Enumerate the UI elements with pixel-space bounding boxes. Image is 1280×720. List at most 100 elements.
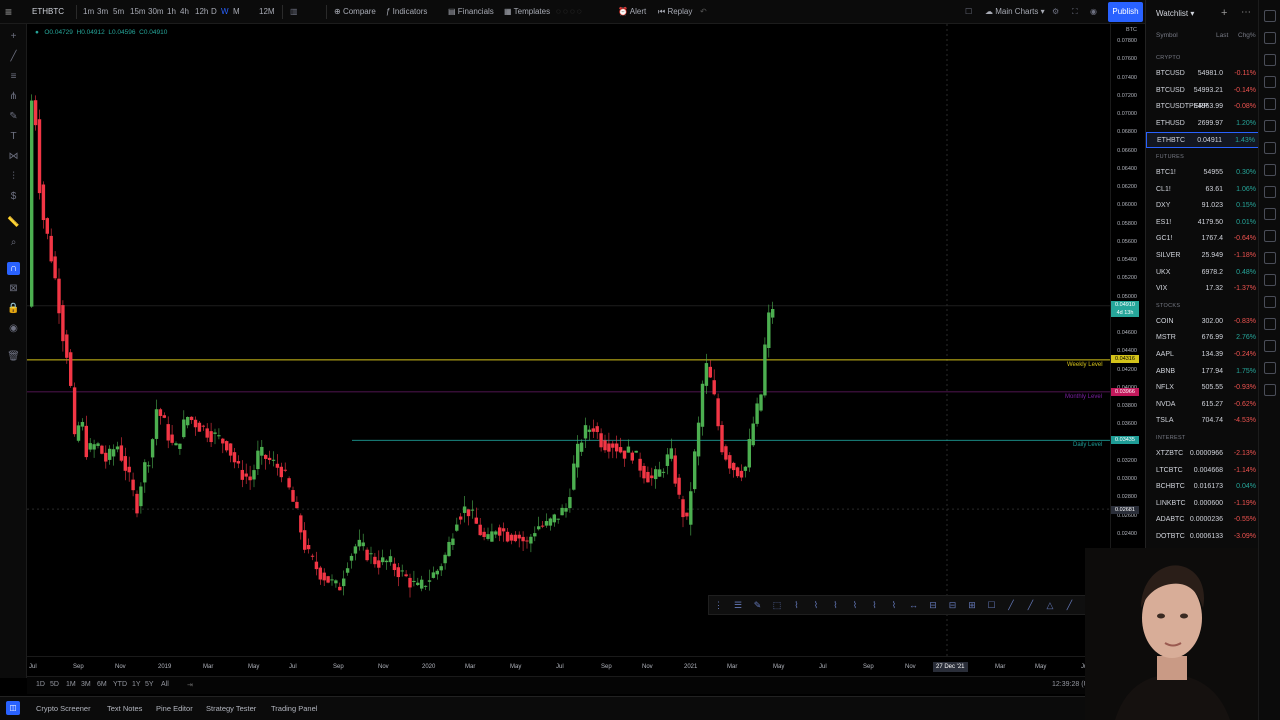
watchlist-row[interactable]: XTZBTC 0.0000966 -2.13% xyxy=(1146,446,1259,462)
horizontal-lines-icon[interactable]: ≡ xyxy=(7,70,20,83)
lock-drawings-icon[interactable]: ⊠ xyxy=(7,282,20,295)
chat-icon[interactable]: ◫ xyxy=(6,701,20,715)
range-6m[interactable]: 6M xyxy=(97,681,107,688)
sidebar-tool-icon[interactable] xyxy=(1264,32,1276,44)
bottom-tab[interactable]: Text Notes xyxy=(107,697,142,720)
draw-tool-icon[interactable]: ⌇ xyxy=(869,600,880,611)
draw-tool-icon[interactable]: ⋮ xyxy=(713,600,724,611)
watchlist-row[interactable]: AAPL 134.39 -0.24% xyxy=(1146,347,1259,363)
replay-button[interactable]: ⏮ Replay xyxy=(658,0,692,24)
timeframe-1h[interactable]: 1h xyxy=(167,0,176,24)
watchlist-row[interactable]: BTCUSD 54981.0 -0.11% xyxy=(1146,66,1259,82)
draw-tool-icon[interactable]: ⌇ xyxy=(850,600,861,611)
watchlist-row[interactable]: ETHBTC 0.04911 1.43% xyxy=(1146,132,1259,149)
sidebar-tool-icon[interactable] xyxy=(1264,384,1276,396)
publish-button[interactable]: Publish xyxy=(1108,2,1143,22)
draw-tool-icon[interactable]: ✎ xyxy=(752,600,763,611)
watchlist-row[interactable]: NFLX 505.55 -0.93% xyxy=(1146,380,1259,396)
sidebar-tool-icon[interactable] xyxy=(1264,54,1276,66)
watchlist-row[interactable]: GC1! 1767.4 -0.64% xyxy=(1146,231,1259,247)
watchlist-row[interactable]: ADABTC 0.0000236 -0.55% xyxy=(1146,512,1259,528)
timeframe-M[interactable]: M xyxy=(233,0,240,24)
dollar-icon[interactable]: $ xyxy=(7,190,20,203)
watchlist-row[interactable]: SILVER 25.949 -1.18% xyxy=(1146,248,1259,264)
timeframe-3m[interactable]: 3m xyxy=(97,0,108,24)
prediction-icon[interactable]: ⫶ xyxy=(7,170,20,183)
sidebar-tool-icon[interactable] xyxy=(1264,164,1276,176)
timeframe-W[interactable]: W xyxy=(221,0,229,24)
timeframe-5m[interactable]: 5m xyxy=(113,0,124,24)
snapshot-icon[interactable]: ◉ xyxy=(1090,0,1097,24)
undo-icon[interactable]: ↶ xyxy=(700,0,707,24)
range-5d[interactable]: 5D xyxy=(50,681,59,688)
sidebar-tool-icon[interactable] xyxy=(1264,296,1276,308)
menu-icon[interactable]: ≡ xyxy=(5,0,21,24)
sidebar-tool-icon[interactable] xyxy=(1264,362,1276,374)
layout-icon[interactable]: ☐ xyxy=(965,0,972,24)
watchlist-row[interactable]: MSTR 676.99 2.76% xyxy=(1146,330,1259,346)
draw-tool-icon[interactable]: ╱ xyxy=(1006,600,1017,611)
watchlist-row[interactable]: BTCUSDTPERP 54963.99 -0.08% xyxy=(1146,99,1259,115)
timeframe-4h[interactable]: 4h xyxy=(180,0,189,24)
watchlist-row[interactable]: DOTBTC 0.0006133 -3.09% xyxy=(1146,529,1259,545)
sidebar-tool-icon[interactable] xyxy=(1264,252,1276,264)
trash-icon[interactable]: 🗑 xyxy=(7,350,20,363)
sidebar-tool-icon[interactable] xyxy=(1264,340,1276,352)
sidebar-tool-icon[interactable] xyxy=(1264,142,1276,154)
draw-tool-icon[interactable]: ⌇ xyxy=(889,600,900,611)
draw-tool-icon[interactable]: ⌇ xyxy=(811,600,822,611)
sidebar-tool-icon[interactable] xyxy=(1264,274,1276,286)
draw-tool-icon[interactable]: ╱ xyxy=(1064,600,1075,611)
ruler-icon[interactable]: 📏 xyxy=(7,216,20,229)
watchlist-row[interactable]: TSLA 704.74 -4.53% xyxy=(1146,413,1259,429)
chart-type-icon[interactable]: ▥ xyxy=(290,0,298,24)
watchlist-row[interactable]: ES1! 4179.50 0.01% xyxy=(1146,215,1259,231)
timeframe-1m[interactable]: 1m xyxy=(83,0,94,24)
draw-tool-icon[interactable]: ⌇ xyxy=(791,600,802,611)
undo-redo-icons[interactable]: ◌ ◌ ◌ ◌ xyxy=(556,0,582,24)
draw-tool-icon[interactable]: ↔ xyxy=(908,600,919,611)
range-1m[interactable]: 1M xyxy=(66,681,76,688)
bottom-tab[interactable]: Pine Editor xyxy=(156,697,193,720)
bottom-tab[interactable]: Trading Panel xyxy=(271,697,317,720)
watchlist-row[interactable]: UKX 6978.2 0.48% xyxy=(1146,265,1259,281)
range-3m[interactable]: 3M xyxy=(81,681,91,688)
timeframe-D[interactable]: D xyxy=(211,0,217,24)
sidebar-tool-icon[interactable] xyxy=(1264,10,1276,22)
watchlist-row[interactable]: BCHBTC 0.016173 0.04% xyxy=(1146,479,1259,495)
more-icon[interactable]: ⋯ xyxy=(1241,7,1251,18)
goto-date-icon[interactable]: ⇥ xyxy=(187,681,193,689)
timeframe-12h[interactable]: 12h xyxy=(195,0,208,24)
financials-button[interactable]: ▤ Financials xyxy=(448,0,494,24)
alert-button[interactable]: ⏰ Alert xyxy=(618,0,646,24)
settings-icon[interactable]: ⚙ xyxy=(1052,0,1059,24)
magnet-icon[interactable]: ∩ xyxy=(7,262,20,275)
watchlist-row[interactable]: DXY 91.023 0.15% xyxy=(1146,198,1259,214)
watchlist-row[interactable]: NVDA 615.27 -0.62% xyxy=(1146,397,1259,413)
draw-tool-icon[interactable]: ⌇ xyxy=(830,600,841,611)
indicators-button[interactable]: ƒ Indicators xyxy=(386,0,427,24)
bottom-tab[interactable]: Strategy Tester xyxy=(206,697,256,720)
col-last[interactable]: Last xyxy=(1216,32,1228,39)
draw-tool-icon[interactable]: ☰ xyxy=(733,600,744,611)
sidebar-tool-icon[interactable] xyxy=(1264,98,1276,110)
sidebar-tool-icon[interactable] xyxy=(1264,318,1276,330)
sidebar-tool-icon[interactable] xyxy=(1264,76,1276,88)
range-all[interactable]: All xyxy=(161,681,169,688)
watchlist-row[interactable]: VIX 17.32 -1.37% xyxy=(1146,281,1259,297)
draw-tool-icon[interactable]: ⊞ xyxy=(967,600,978,611)
sidebar-tool-icon[interactable] xyxy=(1264,208,1276,220)
watchlist-title[interactable]: Watchlist ▾ xyxy=(1156,9,1194,18)
pattern-icon[interactable]: ⋈ xyxy=(7,150,20,163)
watchlist-row[interactable]: ETHUSD 2699.97 1.20% xyxy=(1146,116,1259,132)
pitchfork-icon[interactable]: ⋔ xyxy=(7,90,20,103)
range-5y[interactable]: 5Y xyxy=(145,681,154,688)
crosshair-icon[interactable]: + xyxy=(7,30,20,43)
timeframe-15m[interactable]: 15m xyxy=(130,0,146,24)
sidebar-tool-icon[interactable] xyxy=(1264,120,1276,132)
watchlist-row[interactable]: CL1! 63.61 1.06% xyxy=(1146,182,1259,198)
layout-select[interactable]: ☁ Main Charts ▾ xyxy=(985,0,1045,24)
draw-tool-icon[interactable]: ⊟ xyxy=(947,600,958,611)
price-chart[interactable] xyxy=(27,24,1110,656)
range-1d[interactable]: 1D xyxy=(36,681,45,688)
